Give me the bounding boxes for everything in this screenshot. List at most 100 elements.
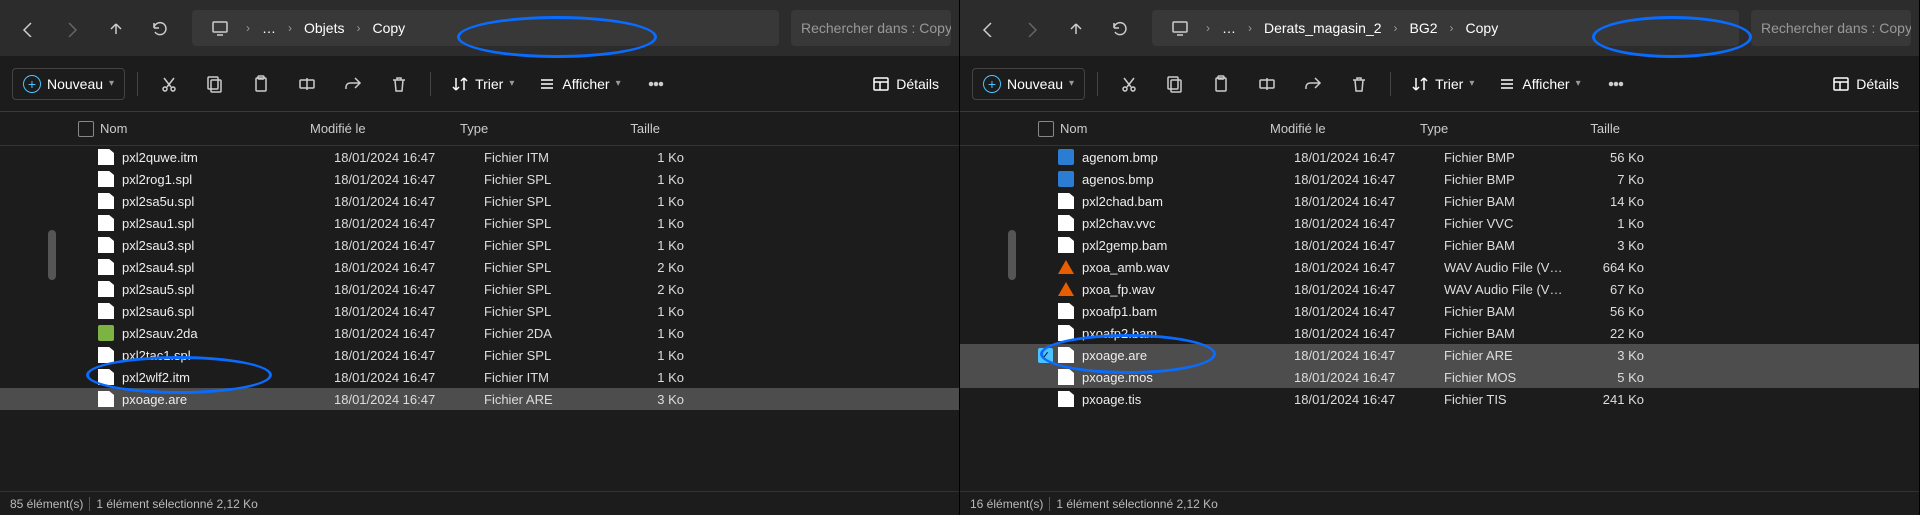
paste-button[interactable]	[1202, 65, 1240, 103]
file-modified: 18/01/2024 16:47	[1294, 304, 1444, 319]
rename-button[interactable]	[1248, 65, 1286, 103]
new-button[interactable]: +Nouveau▾	[12, 68, 125, 100]
file-row[interactable]: pxl2rog1.spl 18/01/2024 16:47 Fichier SP…	[0, 168, 959, 190]
view-button[interactable]: Afficher▾	[1490, 69, 1588, 99]
monitor-icon[interactable]	[1160, 8, 1200, 48]
file-type: Fichier VVC	[1444, 216, 1564, 231]
file-row[interactable]: agenom.bmp 18/01/2024 16:47 Fichier BMP …	[960, 146, 1919, 168]
address-bar: ›…›Objets›Copy Rechercher dans : Copy	[0, 0, 959, 56]
monitor-icon[interactable]	[200, 8, 240, 48]
more-button[interactable]	[637, 65, 675, 103]
file-row[interactable]: pxl2gemp.bam 18/01/2024 16:47 Fichier BA…	[960, 234, 1919, 256]
column-headers[interactable]: Nom Modifié le Type Taille	[0, 112, 959, 146]
file-row[interactable]: pxl2sau4.spl 18/01/2024 16:47 Fichier SP…	[0, 256, 959, 278]
details-pane-button[interactable]: Détails	[864, 69, 947, 99]
file-name: pxl2gemp.bam	[1082, 238, 1294, 253]
file-size: 1 Ko	[604, 238, 684, 253]
row-checkbox[interactable]: ✓	[1038, 348, 1053, 363]
file-size: 241 Ko	[1564, 392, 1644, 407]
breadcrumb-segment[interactable]: Copy	[366, 16, 411, 40]
file-size: 3 Ko	[1564, 348, 1644, 363]
breadcrumb-segment[interactable]: Copy	[1460, 16, 1505, 40]
breadcrumb[interactable]: ›…›Derats_magasin_2›BG2›Copy	[1152, 10, 1739, 46]
file-size: 67 Ko	[1564, 282, 1644, 297]
file-row[interactable]: pxl2chad.bam 18/01/2024 16:47 Fichier BA…	[960, 190, 1919, 212]
share-button[interactable]	[1294, 65, 1332, 103]
column-size[interactable]: Taille	[580, 121, 660, 136]
file-name: pxl2sau5.spl	[122, 282, 334, 297]
file-row[interactable]: pxl2wlf2.itm 18/01/2024 16:47 Fichier IT…	[0, 366, 959, 388]
sort-button[interactable]: Trier▾	[443, 69, 522, 99]
file-row[interactable]: pxoage.tis 18/01/2024 16:47 Fichier TIS …	[960, 388, 1919, 410]
new-button[interactable]: +Nouveau▾	[972, 68, 1085, 100]
paste-button[interactable]	[242, 65, 280, 103]
breadcrumb[interactable]: ›…›Objets›Copy	[192, 10, 779, 46]
file-row[interactable]: pxl2sau3.spl 18/01/2024 16:47 Fichier SP…	[0, 234, 959, 256]
file-name: pxoage.are	[122, 392, 334, 407]
file-row[interactable]: ✓ pxoage.are 18/01/2024 16:47 Fichier AR…	[960, 344, 1919, 366]
file-name: pxoafp2.bam	[1082, 326, 1294, 341]
chevron-down-icon: ▾	[1069, 78, 1074, 89]
file-row[interactable]: pxoage.mos 18/01/2024 16:47 Fichier MOS …	[960, 366, 1919, 388]
file-icon	[98, 237, 114, 253]
file-type: Fichier ITM	[484, 150, 604, 165]
file-row[interactable]: pxl2sau6.spl 18/01/2024 16:47 Fichier SP…	[0, 300, 959, 322]
breadcrumb-segment[interactable]: …	[256, 16, 282, 40]
copy-button[interactable]	[196, 65, 234, 103]
back-button[interactable]	[968, 8, 1008, 48]
file-row[interactable]: pxoafp2.bam 18/01/2024 16:47 Fichier BAM…	[960, 322, 1919, 344]
breadcrumb-segment[interactable]: BG2	[1404, 16, 1444, 40]
refresh-button[interactable]	[1100, 8, 1140, 48]
file-icon	[98, 193, 114, 209]
file-row[interactable]: pxl2sau1.spl 18/01/2024 16:47 Fichier SP…	[0, 212, 959, 234]
breadcrumb-segment[interactable]: Derats_magasin_2	[1258, 16, 1388, 40]
forward-button[interactable]	[52, 8, 92, 48]
column-size[interactable]: Taille	[1540, 121, 1620, 136]
file-list: Nom Modifié le Type Taille agenom.bmp 18…	[960, 112, 1919, 491]
breadcrumb-segment[interactable]: Objets	[298, 16, 350, 40]
forward-button[interactable]	[1012, 8, 1052, 48]
up-button[interactable]	[96, 8, 136, 48]
file-row[interactable]: pxl2quwe.itm 18/01/2024 16:47 Fichier IT…	[0, 146, 959, 168]
up-button[interactable]	[1056, 8, 1096, 48]
column-headers[interactable]: Nom Modifié le Type Taille	[960, 112, 1919, 146]
column-name[interactable]: Nom	[1030, 121, 1270, 136]
file-icon	[98, 215, 114, 231]
file-row[interactable]: agenos.bmp 18/01/2024 16:47 Fichier BMP …	[960, 168, 1919, 190]
delete-button[interactable]	[1340, 65, 1378, 103]
file-row[interactable]: pxoa_amb.wav 18/01/2024 16:47 WAV Audio …	[960, 256, 1919, 278]
file-row[interactable]: pxl2sau5.spl 18/01/2024 16:47 Fichier SP…	[0, 278, 959, 300]
file-modified: 18/01/2024 16:47	[1294, 392, 1444, 407]
column-modified[interactable]: Modifié le	[310, 121, 460, 136]
file-row[interactable]: pxl2chav.vvc 18/01/2024 16:47 Fichier VV…	[960, 212, 1919, 234]
cut-button[interactable]	[1110, 65, 1148, 103]
file-row[interactable]: pxl2sauv.2da 18/01/2024 16:47 Fichier 2D…	[0, 322, 959, 344]
refresh-button[interactable]	[140, 8, 180, 48]
breadcrumb-segment[interactable]: …	[1216, 16, 1242, 40]
delete-button[interactable]	[380, 65, 418, 103]
file-row[interactable]: pxoage.are 18/01/2024 16:47 Fichier ARE …	[0, 388, 959, 410]
search-input[interactable]: Rechercher dans : Copy	[791, 10, 951, 46]
file-type: Fichier BAM	[1444, 326, 1564, 341]
column-name[interactable]: Nom	[70, 121, 310, 136]
column-modified[interactable]: Modifié le	[1270, 121, 1420, 136]
file-icon	[1058, 171, 1074, 187]
sort-button[interactable]: Trier▾	[1403, 69, 1482, 99]
file-row[interactable]: pxl2tac1.spl 18/01/2024 16:47 Fichier SP…	[0, 344, 959, 366]
file-row[interactable]: pxoa_fp.wav 18/01/2024 16:47 WAV Audio F…	[960, 278, 1919, 300]
file-icon	[98, 391, 114, 407]
view-button[interactable]: Afficher▾	[530, 69, 628, 99]
cut-button[interactable]	[150, 65, 188, 103]
file-row[interactable]: pxl2sa5u.spl 18/01/2024 16:47 Fichier SP…	[0, 190, 959, 212]
share-button[interactable]	[334, 65, 372, 103]
file-name: pxoafp1.bam	[1082, 304, 1294, 319]
column-type[interactable]: Type	[1420, 121, 1540, 136]
column-type[interactable]: Type	[460, 121, 580, 136]
copy-button[interactable]	[1156, 65, 1194, 103]
details-pane-button[interactable]: Détails	[1824, 69, 1907, 99]
search-input[interactable]: Rechercher dans : Copy	[1751, 10, 1911, 46]
rename-button[interactable]	[288, 65, 326, 103]
file-row[interactable]: pxoafp1.bam 18/01/2024 16:47 Fichier BAM…	[960, 300, 1919, 322]
back-button[interactable]	[8, 8, 48, 48]
more-button[interactable]	[1597, 65, 1635, 103]
